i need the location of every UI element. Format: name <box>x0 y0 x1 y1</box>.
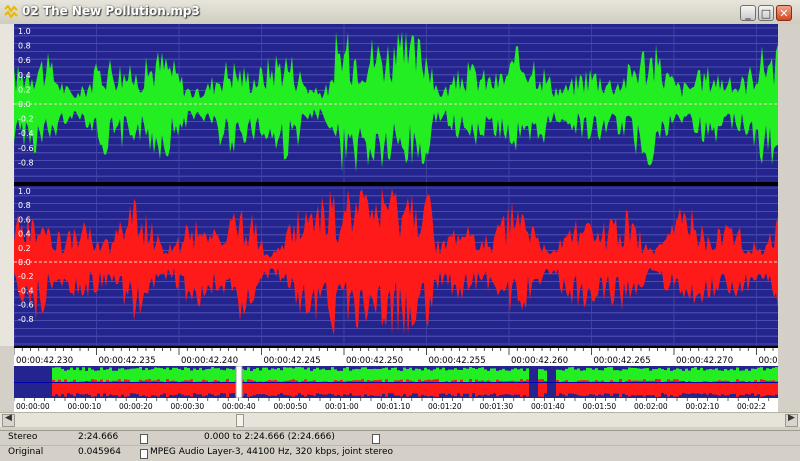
overview-label: 00:00:10 <box>68 402 102 411</box>
right-amplitude-tick-label: -0.4 <box>18 286 34 295</box>
time-ruler[interactable]: 00:00:42.230 00:00:42.235 00:00:42.240 00:0… <box>14 346 778 368</box>
left-amplitude-tick-label: -0.4 <box>18 129 34 138</box>
right-amplitude-tick-label: 1.0 <box>18 187 31 196</box>
arrow-left-icon: ◀ <box>5 413 12 423</box>
status-duration: 2:24.666 <box>78 432 119 442</box>
overview-label: 00:01:50 <box>583 402 617 411</box>
overview-label: 00:01:20 <box>428 402 462 411</box>
status-mode: Original <box>8 447 44 457</box>
status-bar-top: Stereo 2:24.666 0.000 to 2:24.666 (2:24.… <box>0 430 800 446</box>
overview-label: 00:01:00 <box>325 402 359 411</box>
overview-label: 00:02:00 <box>634 402 668 411</box>
status-channels: Stereo <box>8 432 38 442</box>
overview-label: 00:00:40 <box>222 402 256 411</box>
time-ruler-label: 00:00:42.270 <box>676 356 733 366</box>
left-amplitude-tick-label: 0.4 <box>18 71 31 80</box>
horizontal-scrollbar[interactable]: ◀ ▶ <box>0 412 800 427</box>
right-amplitude-tick-label: 0.4 <box>18 230 31 239</box>
scroll-thumb[interactable] <box>236 414 244 427</box>
time-ruler-label: 00:00:42.250 <box>346 356 403 366</box>
left-amplitude-tick-label: 0.0 <box>18 100 31 109</box>
left-ruler-strip <box>0 24 15 346</box>
format-icon <box>140 449 148 459</box>
overview-label: 00:00:30 <box>171 402 205 411</box>
time-ruler-label: 00:00:42.240 <box>181 356 238 366</box>
waveform-app-icon[interactable] <box>4 5 18 19</box>
right-edge <box>778 24 800 346</box>
minimize-icon: _ <box>745 6 751 20</box>
waveform-view[interactable]: 1.0 0.8 0.6 0.4 0.2 0.0 -0.2 -0.4 -0.6 -0.8 1.0 0.… <box>14 24 778 346</box>
time-ruler-label: 00:00:4 <box>759 356 779 366</box>
overview-label: 00:00:00 <box>16 402 50 411</box>
minimize-button[interactable]: _ <box>740 5 756 21</box>
arrow-right-icon: ▶ <box>788 413 795 423</box>
close-button[interactable]: ✕ <box>776 5 792 21</box>
overview-label: 00:02:10 <box>686 402 720 411</box>
left-amplitude-tick-label: -0.8 <box>18 158 34 167</box>
overview-label: 00:00:50 <box>274 402 308 411</box>
status-position: 0.045964 <box>78 447 121 457</box>
left-amplitude-tick-label: 0.2 <box>18 85 31 94</box>
time-ruler-label: 00:00:42.230 <box>16 356 73 366</box>
overview-label: 00:01:40 <box>531 402 565 411</box>
overview-waveform[interactable] <box>14 366 778 398</box>
scroll-left-button[interactable]: ◀ <box>2 413 15 427</box>
overview-label: 00:01:10 <box>377 402 411 411</box>
left-amplitude-tick-label: -0.6 <box>18 144 34 153</box>
time-ruler-label: 00:00:42.235 <box>99 356 156 366</box>
overview-labels: 00:00:00 00:00:10 00:00:20 00:00:30 00:00:40… <box>16 402 766 411</box>
left-amplitude-tick-label: 0.8 <box>18 42 31 51</box>
right-amplitude-tick-label: -0.6 <box>18 301 34 310</box>
time-ruler-ticks <box>14 348 774 355</box>
left-amplitude-tick-label: -0.2 <box>18 115 34 124</box>
time-ruler-label: 00:00:42.265 <box>594 356 651 366</box>
scroll-right-button[interactable]: ▶ <box>785 413 798 427</box>
overview-bars <box>14 366 778 398</box>
left-amplitude-tick-label: 0.6 <box>18 56 31 65</box>
window-title: 02 The New Pollution.mp3 <box>22 4 200 18</box>
right-amplitude-tick-label: 0.8 <box>18 201 31 210</box>
overview-label: 00:00:20 <box>119 402 153 411</box>
right-amplitude-tick-label: 0.6 <box>18 215 31 224</box>
channel-divider <box>14 182 778 186</box>
status-bar-bottom: Original 0.045964 MPEG Audio Layer-3, 44… <box>0 445 800 461</box>
status-selection: 0.000 to 2:24.666 (2:24.666) <box>204 432 335 442</box>
status-format: MPEG Audio Layer-3, 44100 Hz, 320 kbps, … <box>150 447 394 457</box>
time-ruler-labels: 00:00:42.230 00:00:42.235 00:00:42.240 00:0… <box>16 356 778 366</box>
maximize-icon: □ <box>760 6 772 20</box>
overview-ticks <box>14 398 770 401</box>
right-amplitude-tick-label: 0.0 <box>18 258 31 267</box>
overview-position-marker[interactable] <box>235 366 243 398</box>
time-ruler-label: 00:00:42.255 <box>429 356 486 366</box>
time-ruler-label: 00:00:42.260 <box>511 356 568 366</box>
close-icon: ✕ <box>779 6 789 20</box>
left-channel-waveform <box>14 31 778 173</box>
overview-label: 00:01:30 <box>480 402 514 411</box>
right-amplitude-tick-label: -0.8 <box>18 315 34 324</box>
overview-time-ruler: 00:00:00 00:00:10 00:00:20 00:00:30 00:00:40… <box>14 398 778 412</box>
duration-icon <box>140 434 148 444</box>
right-amplitude-tick-label: -0.2 <box>18 272 34 281</box>
maximize-button[interactable]: □ <box>758 5 774 21</box>
right-amplitude-tick-label: 0.2 <box>18 244 31 253</box>
left-amplitude-tick-label: 1.0 <box>18 27 31 36</box>
overview-label: 00:02:2 <box>737 402 766 411</box>
selection-icon <box>372 434 380 444</box>
time-ruler-label: 00:00:42.245 <box>264 356 321 366</box>
